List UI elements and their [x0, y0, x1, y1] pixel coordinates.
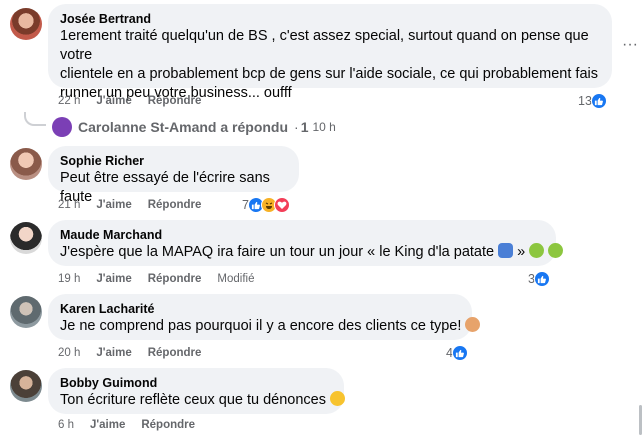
comment-text-line: Je ne comprend pas pourquoi il y a encor… [60, 318, 462, 334]
grinning-face-icon [330, 391, 346, 406]
like-icon [590, 93, 607, 109]
comment-bubble: Karen Lacharité Je ne comprend pas pourq… [48, 294, 481, 340]
avatar[interactable] [10, 296, 42, 328]
like-button[interactable]: J'aime [96, 272, 131, 286]
nauseated-face-icon [529, 243, 545, 258]
reply-button[interactable]: Répondre [148, 198, 202, 212]
comment-bubble: Sophie Richer Peut être essayé de l'écri… [48, 146, 299, 205]
comment-time[interactable]: 20 h [58, 346, 80, 360]
reply-count: 1 [300, 119, 309, 135]
comment-time[interactable]: 22 h [58, 94, 80, 108]
avatar[interactable] [10, 222, 42, 254]
comment-meta: 6 h J'aime Répondre [58, 418, 195, 432]
comment-time[interactable]: 21 h [58, 198, 80, 212]
avatar[interactable] [10, 370, 42, 402]
avatar[interactable] [10, 148, 42, 180]
reply-thread-line [24, 112, 46, 126]
comment-bubble: Bobby Guimond Ton écriture reflète ceux … [48, 368, 346, 414]
comment-text: Ton écriture reflète ceux que tu dénonce… [60, 391, 346, 410]
reaction-summary[interactable]: 13 [578, 92, 607, 110]
reaction-summary[interactable]: 4 [446, 344, 468, 362]
separator: · [294, 119, 299, 135]
like-button[interactable]: J'aime [96, 198, 131, 212]
reaction-count: 13 [578, 94, 592, 108]
reply-button[interactable]: Répondre [148, 272, 202, 286]
comment-time[interactable]: 19 h [58, 272, 80, 286]
comment-text: J'espère que la MAPAQ ira faire un tour … [60, 243, 564, 262]
edited-label[interactable]: Modifié [217, 272, 254, 286]
like-button[interactable]: J'aime [90, 418, 125, 432]
comment-author[interactable]: Josée Bertrand [60, 11, 600, 27]
reply-button[interactable]: Répondre [141, 418, 195, 432]
comment-meta: 20 h J'aime Répondre [58, 346, 201, 360]
love-icon [273, 197, 290, 213]
like-button[interactable]: J'aime [96, 346, 131, 360]
replies-link[interactable]: Carolanne St-Amand a répondu · 1 10 h [52, 117, 336, 137]
reply-button[interactable]: Répondre [148, 346, 202, 360]
scrollbar[interactable] [639, 405, 642, 435]
reply-author: Carolanne St-Amand a répondu [78, 119, 289, 135]
comment-text-line: Ton écriture reflète ceux que tu dénonce… [60, 392, 326, 408]
reply-time: 10 h [312, 120, 336, 134]
nauseated-face-icon [548, 243, 564, 258]
reaction-summary[interactable]: 3 [528, 270, 550, 288]
comment-author[interactable]: Maude Marchand [60, 227, 544, 243]
more-dots-icon[interactable]: ··· [622, 37, 638, 53]
avatar[interactable] [10, 8, 42, 40]
like-icon [533, 271, 550, 287]
comment-bubble: Maude Marchand J'espère que la MAPAQ ira… [48, 220, 564, 266]
comment-meta: 21 h J'aime Répondre [58, 198, 201, 212]
like-icon [451, 345, 468, 361]
reply-button[interactable]: Répondre [148, 94, 202, 108]
like-button[interactable]: J'aime [96, 94, 131, 108]
comment-meta: 22 h J'aime Répondre [58, 94, 201, 108]
comment-text-line: clientele en a probablement bcp de gens … [60, 66, 598, 82]
comment-author[interactable]: Bobby Guimond [60, 375, 332, 391]
person-shrugging-icon [465, 317, 481, 332]
reaction-summary[interactable]: 7 [242, 196, 290, 214]
comment-text-line: » [517, 244, 526, 260]
comment-text: Je ne comprend pas pourquoi il y a encor… [60, 317, 481, 336]
comment-text-line: J'espère que la MAPAQ ira faire un tour … [60, 244, 495, 260]
comment-author[interactable]: Karen Lacharité [60, 301, 460, 317]
comment-time[interactable]: 6 h [58, 418, 74, 432]
comment-meta: 19 h J'aime Répondre Modifié [58, 272, 254, 286]
king-emoji-icon [498, 243, 514, 258]
avatar [52, 117, 72, 137]
comment-text-line: 1erement traité quelqu'un de BS , c'est … [60, 28, 589, 63]
comment-author[interactable]: Sophie Richer [60, 153, 287, 169]
comment-bubble: Josée Bertrand 1erement traité quelqu'un… [48, 4, 612, 101]
